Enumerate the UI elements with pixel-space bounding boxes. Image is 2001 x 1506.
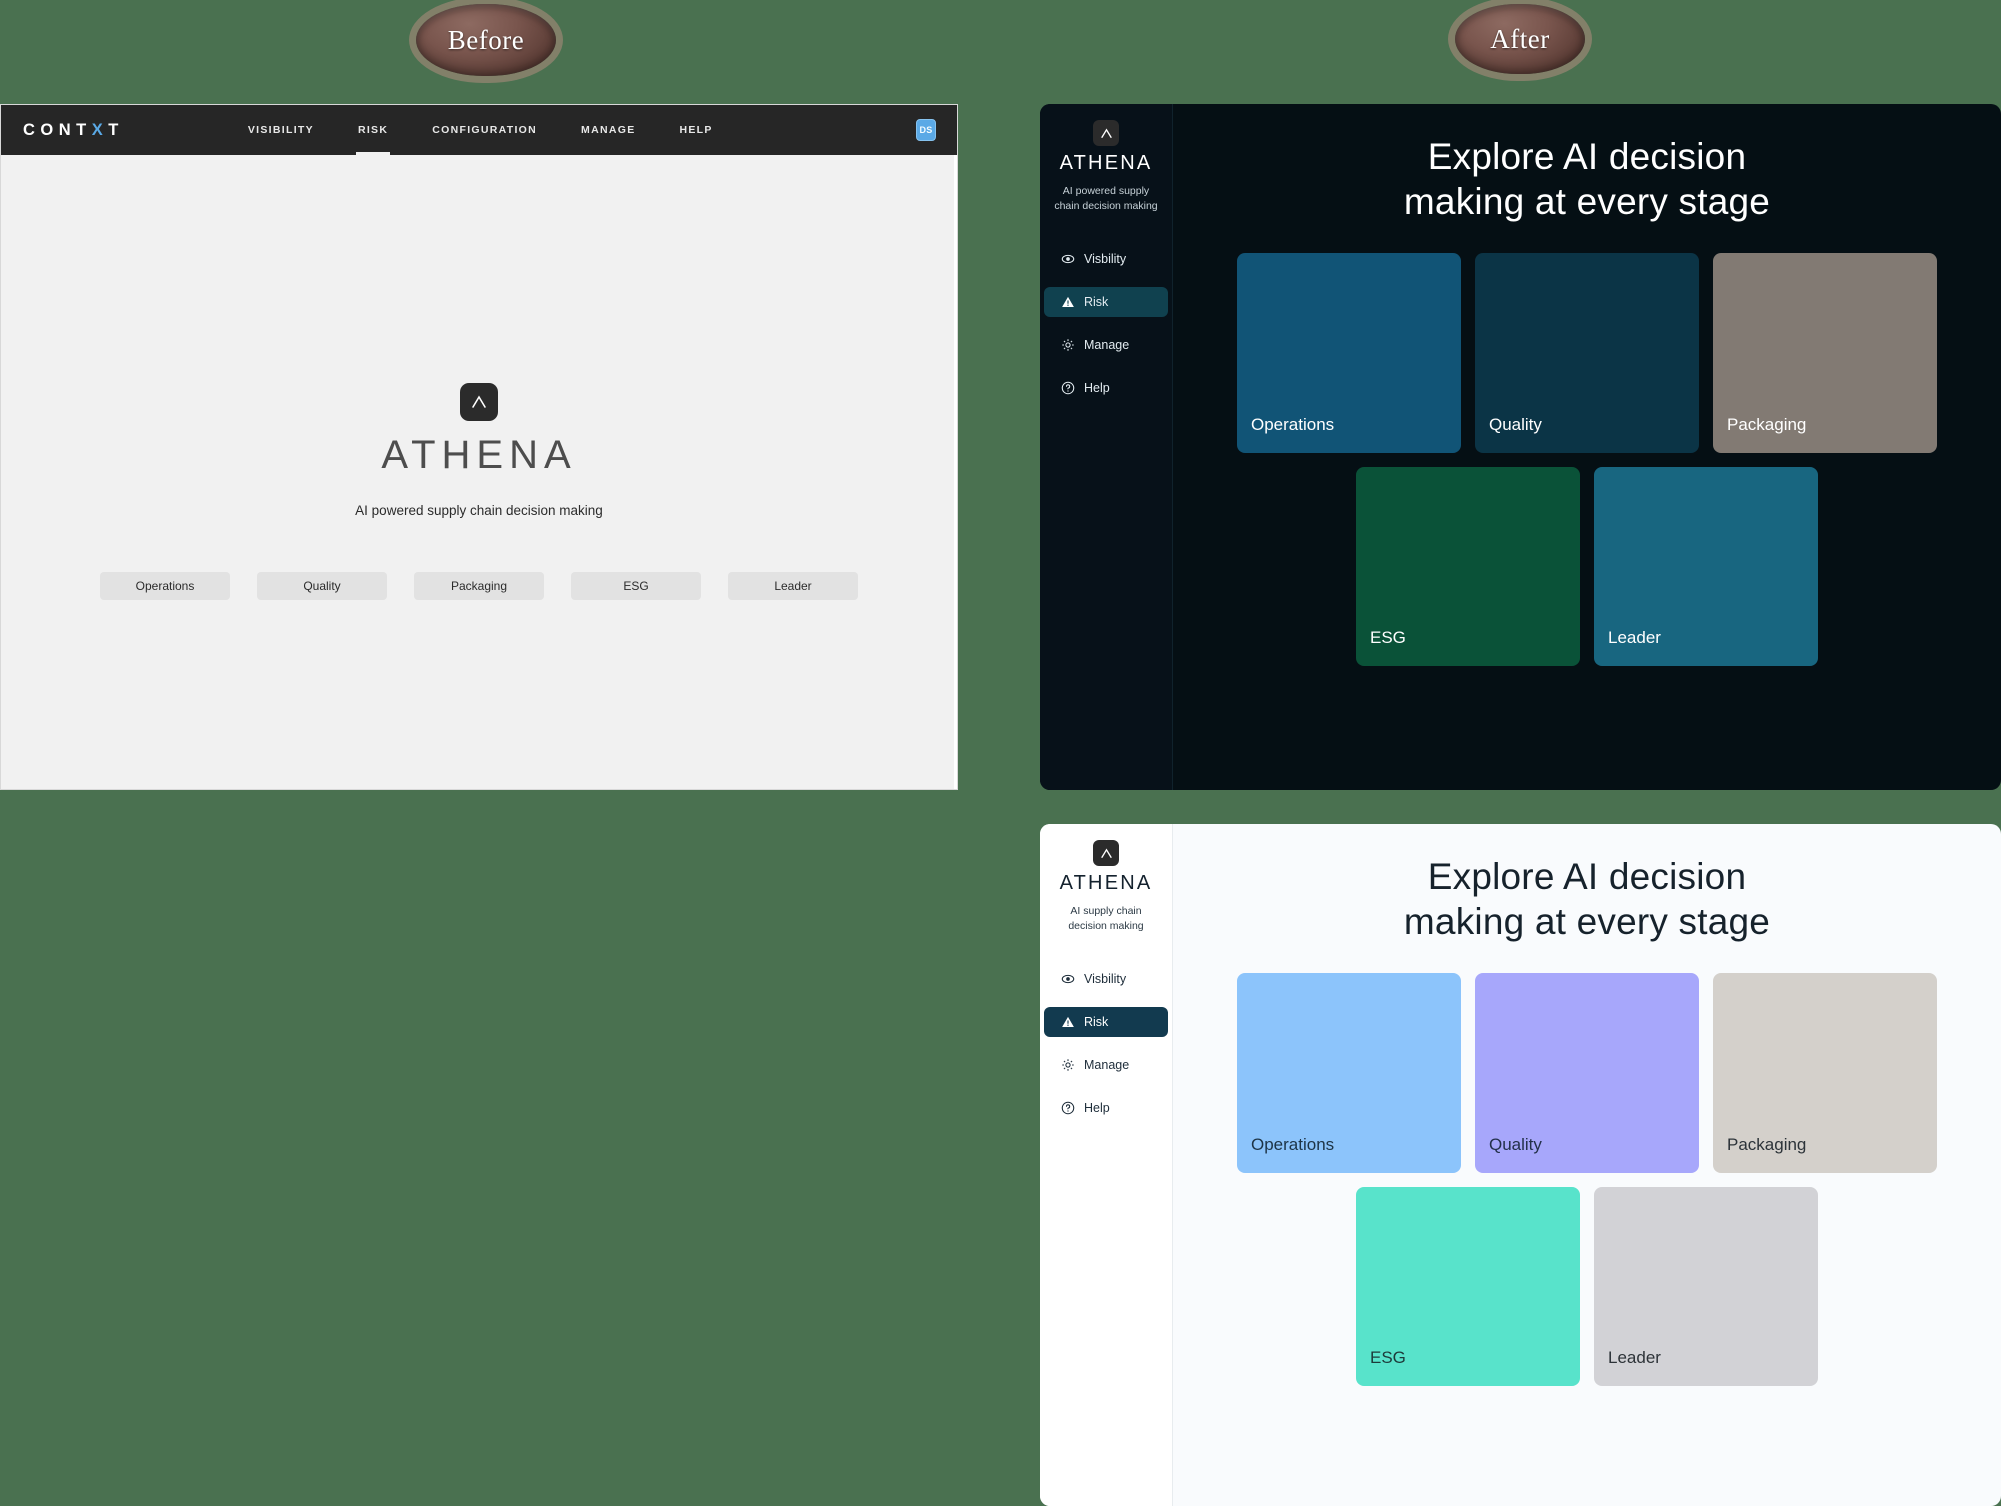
sidebar-item-label: Help <box>1084 1101 1110 1116</box>
sidebar-item-visibility[interactable]: Visbility <box>1044 964 1168 994</box>
dark-sidebar: ATHENA AI powered supply chain decision … <box>1040 104 1173 790</box>
light-card-grid: Operations Quality Packaging ESG Leader <box>1173 973 2001 1387</box>
athena-wordmark: ATHENA <box>381 433 577 477</box>
warning-triangle-icon <box>1061 295 1075 309</box>
athena-wordmark: ATHENA <box>1059 872 1153 894</box>
card-quality[interactable]: Quality <box>1475 973 1699 1174</box>
dark-card-grid: Operations Quality Packaging ESG Leader <box>1173 253 2001 667</box>
card-operations[interactable]: Operations <box>1237 253 1461 454</box>
before-screenshot-panel: CONTXT VISIBILITY RISK CONFIGURATION MAN… <box>0 104 958 790</box>
chip-operations[interactable]: Operations <box>100 572 230 600</box>
sidebar-item-label: Visbility <box>1084 252 1127 267</box>
sidebar-item-label: Manage <box>1084 1058 1130 1073</box>
page-title: Explore AI decision making at every stag… <box>1404 854 1770 944</box>
after-label-badge: After <box>1455 4 1585 74</box>
chip-esg[interactable]: ESG <box>571 572 701 600</box>
gear-icon <box>1061 338 1075 352</box>
after-dark-panel: ATHENA AI powered supply chain decision … <box>1040 104 2001 790</box>
card-esg[interactable]: ESG <box>1356 467 1580 667</box>
eye-icon <box>1061 972 1075 986</box>
page-title-line1: Explore AI decision <box>1427 856 1747 897</box>
dark-main-content: Explore AI decision making at every stag… <box>1173 104 2001 790</box>
before-content-area: ATHENA AI powered supply chain decision … <box>1 155 957 789</box>
athena-logo-icon <box>1093 840 1119 866</box>
nav-item-manage[interactable]: MANAGE <box>559 105 657 155</box>
sidebar-item-risk[interactable]: Risk <box>1044 1007 1168 1038</box>
card-packaging[interactable]: Packaging <box>1713 973 1937 1174</box>
sidebar-item-manage[interactable]: Manage <box>1044 330 1168 360</box>
card-packaging[interactable]: Packaging <box>1713 253 1937 454</box>
athena-wordmark: ATHENA <box>1059 152 1153 174</box>
light-main-content: Explore AI decision making at every stag… <box>1173 824 2001 1506</box>
sidebar-item-manage[interactable]: Manage <box>1044 1050 1168 1080</box>
athena-logo-icon <box>1093 120 1119 146</box>
screenshot-stage: Before After CONTXT VISIBILITY RISK CONF… <box>0 0 2001 1506</box>
nav-item-risk[interactable]: RISK <box>336 105 410 155</box>
dark-card-row-1: Operations Quality Packaging <box>1237 253 1937 454</box>
athena-tagline: AI supply chain decision making <box>1068 905 1144 933</box>
sidebar-item-help[interactable]: Help <box>1044 373 1168 403</box>
light-card-row-2: ESG Leader <box>1356 1187 1818 1387</box>
sidebar-item-label: Visbility <box>1084 972 1127 987</box>
card-quality[interactable]: Quality <box>1475 253 1699 454</box>
light-sidebar-nav: Visbility Risk Manage Help <box>1040 964 1172 1136</box>
athena-logo-icon <box>460 383 498 421</box>
card-operations[interactable]: Operations <box>1237 973 1461 1174</box>
before-nav-items: VISIBILITY RISK CONFIGURATION MANAGE HEL… <box>226 105 735 155</box>
after-light-panel: ATHENA AI supply chain decision making V… <box>1040 824 2001 1506</box>
card-esg[interactable]: ESG <box>1356 1187 1580 1387</box>
contxt-logo[interactable]: CONTXT <box>23 121 124 140</box>
athena-tagline: AI powered supply chain decision making <box>1054 185 1158 213</box>
chip-packaging[interactable]: Packaging <box>414 572 544 600</box>
nav-item-help[interactable]: HELP <box>658 105 735 155</box>
sidebar-item-label: Risk <box>1084 1015 1109 1030</box>
sidebar-item-help[interactable]: Help <box>1044 1093 1168 1123</box>
sidebar-item-label: Manage <box>1084 338 1130 353</box>
nav-item-configuration[interactable]: CONFIGURATION <box>410 105 559 155</box>
before-label-badge: Before <box>416 4 556 76</box>
contxt-logo-accent: X <box>91 120 109 139</box>
gear-icon <box>1061 1058 1075 1072</box>
light-sidebar: ATHENA AI supply chain decision making V… <box>1040 824 1173 1506</box>
eye-icon <box>1061 252 1075 266</box>
question-circle-icon <box>1061 381 1075 395</box>
contxt-top-navbar: CONTXT VISIBILITY RISK CONFIGURATION MAN… <box>1 105 957 155</box>
sidebar-item-visibility[interactable]: Visbility <box>1044 244 1168 274</box>
before-label-text: Before <box>447 24 525 55</box>
after-label-text: After <box>1490 23 1550 54</box>
page-title: Explore AI decision making at every stag… <box>1404 134 1770 224</box>
card-leader[interactable]: Leader <box>1594 1187 1818 1387</box>
athena-tagline: AI powered supply chain decision making <box>355 503 603 518</box>
dark-sidebar-nav: Visbility Risk Manage Help <box>1040 244 1172 416</box>
user-avatar-badge[interactable]: DS <box>916 119 936 141</box>
page-title-line1: Explore AI decision <box>1427 136 1747 177</box>
card-leader[interactable]: Leader <box>1594 467 1818 667</box>
dark-card-row-2: ESG Leader <box>1356 467 1818 667</box>
before-scrollbar[interactable] <box>954 155 957 789</box>
page-title-line2: making at every stage <box>1403 181 1771 223</box>
contxt-logo-suffix: T <box>108 120 124 139</box>
question-circle-icon <box>1061 1101 1075 1115</box>
sidebar-item-risk[interactable]: Risk <box>1044 287 1168 318</box>
light-card-row-1: Operations Quality Packaging <box>1237 973 1937 1174</box>
nav-item-visibility[interactable]: VISIBILITY <box>226 105 336 155</box>
contxt-logo-prefix: CONT <box>23 120 92 139</box>
chip-quality[interactable]: Quality <box>257 572 387 600</box>
sidebar-item-label: Risk <box>1084 295 1109 310</box>
before-category-chips: Operations Quality Packaging ESG Leader <box>100 572 858 600</box>
warning-triangle-icon <box>1061 1015 1075 1029</box>
page-title-line2: making at every stage <box>1403 901 1771 943</box>
sidebar-item-label: Help <box>1084 381 1110 396</box>
chip-leader[interactable]: Leader <box>728 572 858 600</box>
